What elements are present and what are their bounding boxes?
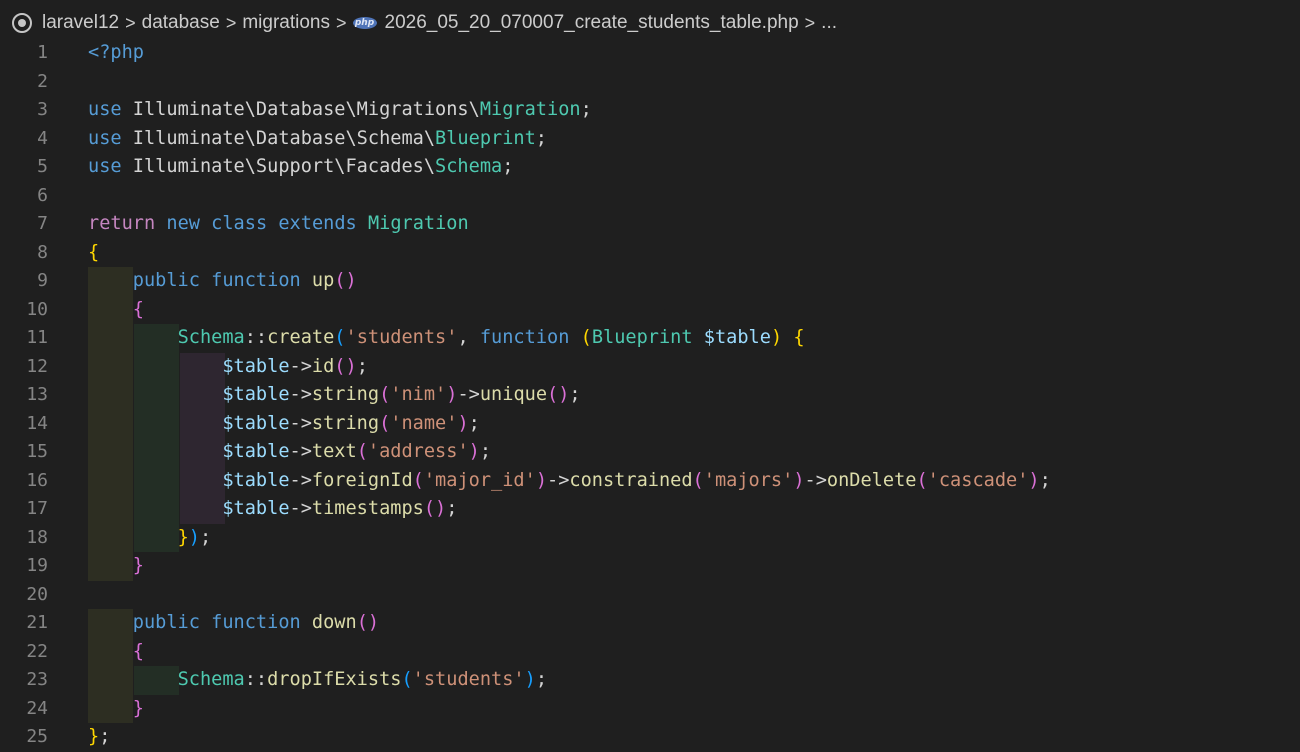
chevron-right-icon: > bbox=[225, 12, 237, 33]
code-line[interactable]: 23 Schema::dropIfExists('students'); bbox=[0, 666, 1300, 695]
code-line[interactable]: 3 use Illuminate\Database\Migrations\Mig… bbox=[0, 96, 1300, 125]
code-text: }); bbox=[177, 526, 212, 548]
line-number: 12 bbox=[26, 355, 48, 377]
line-number: 15 bbox=[26, 441, 48, 462]
line-number: 1 bbox=[37, 42, 48, 63]
line-number: 16 bbox=[26, 469, 48, 491]
code-line[interactable]: 13 $table->string('nim')->unique(); bbox=[0, 381, 1300, 410]
code-text: $table->text('address'); bbox=[222, 441, 492, 462]
code-line[interactable]: 1 <?php bbox=[0, 39, 1300, 68]
line-number: 21 bbox=[26, 612, 48, 633]
code-text: }; bbox=[88, 726, 111, 747]
code-text: use Illuminate\Support\Facades\Schema; bbox=[88, 156, 514, 177]
code-line[interactable]: 5 use Illuminate\Support\Facades\Schema; bbox=[0, 153, 1300, 182]
code-text: public function down() bbox=[132, 612, 380, 633]
code-line[interactable]: 11 Schema::create('students', function (… bbox=[0, 324, 1300, 353]
code-line[interactable]: 19 } bbox=[0, 552, 1300, 581]
line-number: 7 bbox=[37, 213, 48, 234]
code-text: use Illuminate\Database\Migrations\Migra… bbox=[88, 99, 592, 120]
code-text: Schema::dropIfExists('students'); bbox=[177, 669, 548, 690]
code-text: Schema::create('students', function (Blu… bbox=[177, 327, 805, 348]
code-text: $table->foreignId('major_id')->constrain… bbox=[222, 469, 1051, 491]
code-line[interactable]: 22 { bbox=[0, 637, 1300, 666]
code-line[interactable]: 10 { bbox=[0, 295, 1300, 324]
code-text: { bbox=[132, 298, 144, 320]
code-text: } bbox=[132, 697, 144, 719]
code-line[interactable]: 24 } bbox=[0, 694, 1300, 723]
breadcrumb-item-database[interactable]: database bbox=[142, 12, 220, 34]
code-text: { bbox=[132, 640, 144, 662]
line-number: 19 bbox=[26, 555, 48, 576]
line-number: 23 bbox=[26, 669, 48, 690]
code-text: { bbox=[88, 241, 100, 263]
code-line[interactable]: 20 bbox=[0, 581, 1300, 610]
chevron-right-icon: > bbox=[335, 12, 347, 33]
php-file-icon: php bbox=[352, 17, 377, 29]
code-line[interactable]: 8 { bbox=[0, 239, 1300, 268]
code-line[interactable]: 15 $table->text('address'); bbox=[0, 438, 1300, 467]
code-line[interactable]: 17 $table->timestamps(); bbox=[0, 495, 1300, 524]
code-line[interactable]: 7 return new class extends Migration bbox=[0, 210, 1300, 239]
code-line[interactable]: 25 }; bbox=[0, 723, 1300, 752]
code-line[interactable]: 9 public function up() bbox=[0, 267, 1300, 296]
code-text: $table->string('name'); bbox=[222, 412, 480, 434]
line-number: 3 bbox=[37, 99, 48, 120]
code-text: $table->string('nim')->unique(); bbox=[222, 384, 581, 405]
line-number: 10 bbox=[26, 298, 48, 320]
code-editor[interactable]: 1 <?php 2 3 use Illuminate\Database\Migr… bbox=[0, 39, 1300, 752]
breadcrumb-item-symbols[interactable]: ... bbox=[821, 12, 837, 34]
code-line[interactable]: 16 $table->foreignId('major_id')->constr… bbox=[0, 466, 1300, 495]
line-number: 18 bbox=[26, 526, 48, 548]
code-line[interactable]: 21 public function down() bbox=[0, 609, 1300, 638]
line-number: 2 bbox=[37, 70, 48, 92]
code-text: $table->timestamps(); bbox=[222, 498, 458, 519]
chevron-right-icon: > bbox=[804, 12, 816, 33]
code-line[interactable]: 2 bbox=[0, 68, 1300, 97]
code-text: } bbox=[132, 555, 144, 576]
code-text: $table->id(); bbox=[222, 355, 368, 377]
code-text: public function up() bbox=[132, 270, 357, 291]
line-number: 11 bbox=[26, 327, 48, 348]
code-line[interactable]: 18 }); bbox=[0, 523, 1300, 552]
line-number: 4 bbox=[37, 127, 48, 149]
line-number: 20 bbox=[26, 583, 48, 605]
chevron-right-icon: > bbox=[125, 12, 136, 33]
line-number: 25 bbox=[26, 726, 48, 747]
breadcrumb-item-file[interactable]: 2026_05_20_070007_create_students_table.… bbox=[385, 12, 799, 34]
line-number: 5 bbox=[37, 156, 48, 177]
code-line[interactable]: 12 $table->id(); bbox=[0, 352, 1300, 381]
code-line[interactable]: 4 use Illuminate\Database\Schema\Bluepri… bbox=[0, 125, 1300, 154]
code-text: return new class extends Migration bbox=[88, 213, 469, 234]
line-number: 8 bbox=[37, 241, 48, 263]
line-number: 9 bbox=[37, 270, 48, 291]
line-number: 14 bbox=[26, 412, 48, 434]
line-number: 6 bbox=[37, 184, 48, 206]
code-text: use Illuminate\Database\Schema\Blueprint… bbox=[88, 127, 547, 149]
code-text: <?php bbox=[88, 42, 144, 63]
code-line[interactable]: 14 $table->string('name'); bbox=[0, 409, 1300, 438]
line-number: 13 bbox=[26, 384, 48, 405]
target-icon[interactable] bbox=[12, 13, 32, 33]
line-number: 24 bbox=[26, 697, 48, 719]
breadcrumb-item-project[interactable]: laravel12 bbox=[42, 12, 119, 34]
line-number: 22 bbox=[26, 640, 48, 662]
line-number: 17 bbox=[26, 498, 48, 519]
code-line[interactable]: 6 bbox=[0, 182, 1300, 211]
breadcrumb-item-migrations[interactable]: migrations bbox=[242, 12, 330, 34]
